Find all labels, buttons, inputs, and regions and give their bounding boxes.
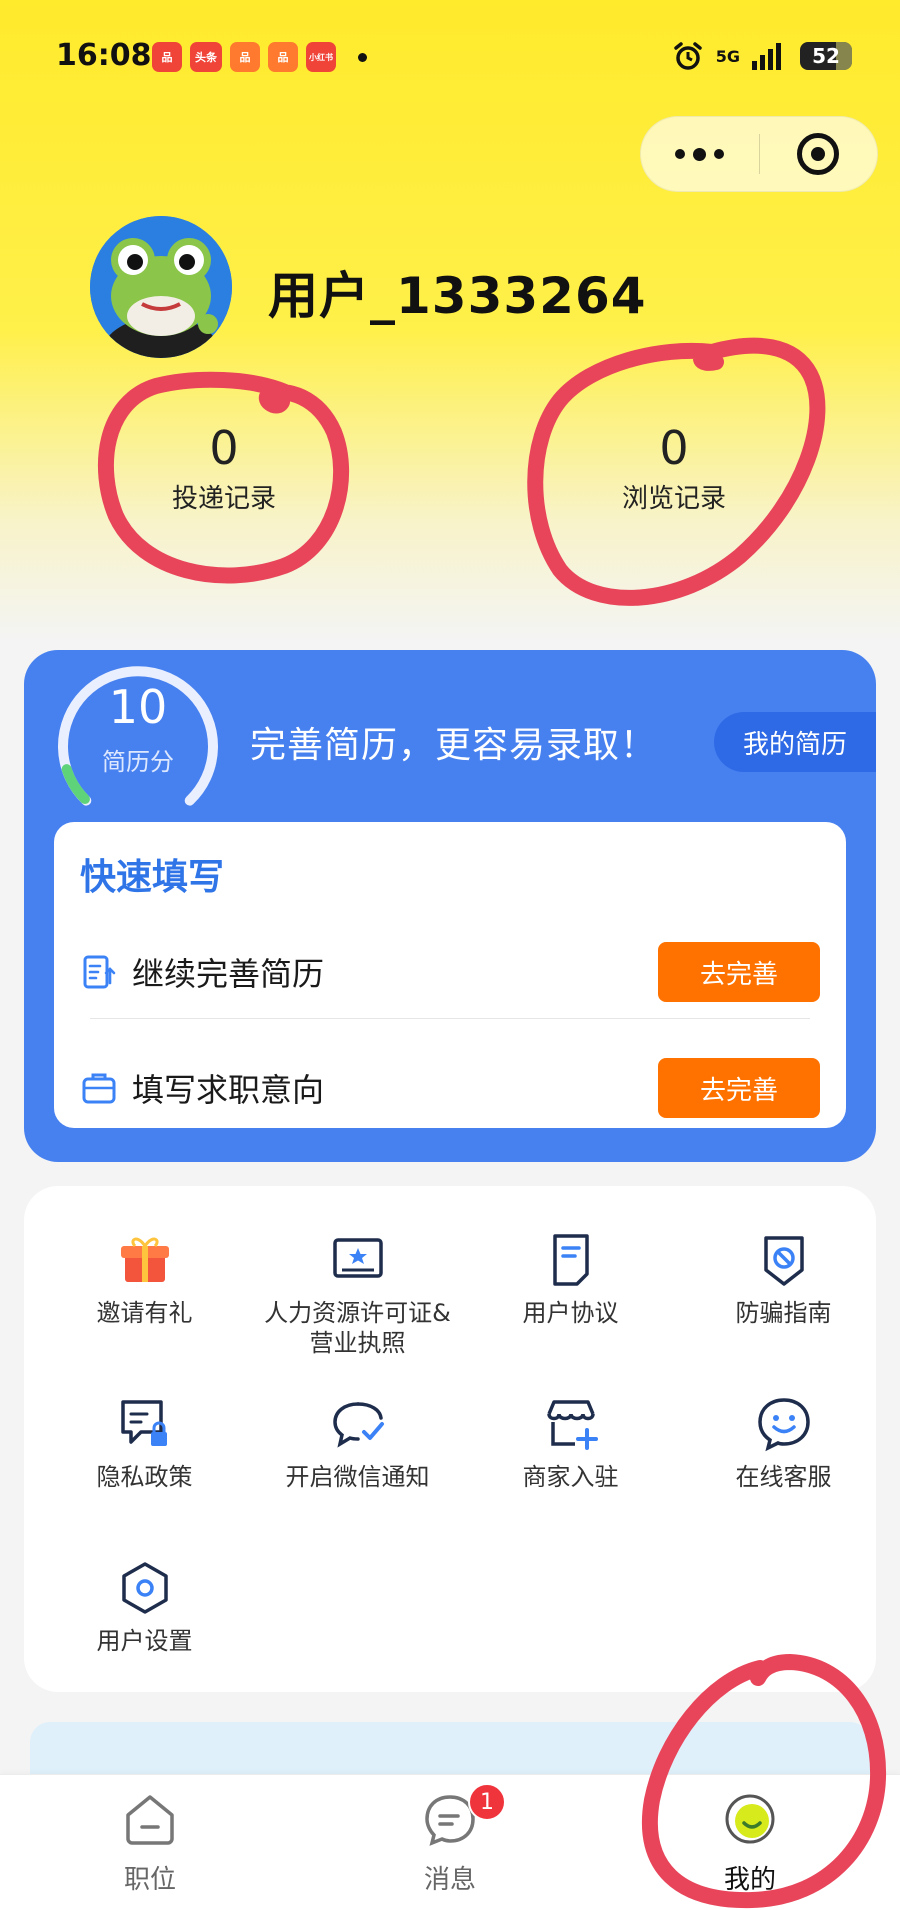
tab-messages[interactable]: 1 消息 <box>370 1783 530 1896</box>
smile-icon <box>725 1794 775 1844</box>
menu-label: 隐私政策 <box>96 1463 193 1491</box>
certificate-icon <box>332 1238 383 1278</box>
my-resume-button[interactable]: 我的简历 <box>714 712 876 772</box>
more-dots-icon[interactable] <box>641 116 759 192</box>
status-indicators: 5G 52 <box>672 40 852 72</box>
status-bar: 16:08 品 头条 品 品 小红书 5G 52 <box>0 0 900 120</box>
xiaohongshu-app-icon: 小红书 <box>306 42 336 72</box>
delivery-record-stat[interactable]: 0 投递记录 <box>124 420 324 515</box>
privacy-lock-icon <box>120 1400 167 1446</box>
resume-card: 10 简历分 完善简历，更容易录取！ 我的简历 快速填写 继续完善简历 去完善 … <box>24 650 876 1162</box>
continue-resume-row[interactable]: 继续完善简历 去完善 <box>80 932 820 1012</box>
resume-edit-icon <box>83 955 116 989</box>
menu-user-agreement[interactable]: 用户协议 <box>464 1230 677 1328</box>
document-icon <box>552 1234 589 1286</box>
menu-online-service[interactable]: 在线客服 <box>677 1394 890 1492</box>
mini-program-capsule <box>640 116 878 192</box>
signal-icon <box>752 43 781 70</box>
menu-user-settings[interactable]: 用户设置 <box>38 1558 251 1656</box>
menu-anti-fraud[interactable]: 防骗指南 <box>677 1230 890 1328</box>
job-intention-row[interactable]: 填写求职意向 去完善 <box>80 1048 820 1128</box>
battery-icon: 52 <box>800 42 852 70</box>
continue-resume-label: 继续完善简历 <box>132 955 325 993</box>
menu-label: 用户设置 <box>96 1627 193 1655</box>
menu-wechat-notify[interactable]: 开启微信通知 <box>251 1394 464 1492</box>
resume-score-label: 简历分 <box>102 748 174 776</box>
notification-app-icon: 品 <box>152 42 182 72</box>
menu-label: 邀请有礼 <box>96 1299 193 1327</box>
avatar[interactable] <box>90 216 232 358</box>
tab-jobs[interactable]: 职位 <box>70 1789 230 1896</box>
toutiao-app-icon: 头条 <box>190 42 222 72</box>
menu-label: 商家入驻 <box>522 1463 619 1491</box>
gift-icon <box>120 1237 169 1282</box>
status-time: 16:08 <box>56 38 152 73</box>
shield-icon <box>763 1236 804 1286</box>
bottom-tab-bar: 职位 1 消息 我的 <box>0 1774 900 1910</box>
menu-label: 防骗指南 <box>735 1299 832 1327</box>
menu-privacy-policy[interactable]: 隐私政策 <box>38 1394 251 1492</box>
frog-avatar-icon <box>90 216 232 358</box>
notification-app-icon: 品 <box>268 42 298 72</box>
browse-record-stat[interactable]: 0 浏览记录 <box>574 420 774 515</box>
target-icon[interactable] <box>760 116 878 192</box>
battery-level: 52 <box>812 44 840 68</box>
menu-label: 用户协议 <box>522 1299 619 1327</box>
menu-invite-gift[interactable]: 邀请有礼 <box>38 1230 251 1328</box>
house-icon <box>126 1795 174 1845</box>
service-menu: 邀请有礼 人力资源许可证&营业执照 用户协议 防骗指南 隐私政策 开启微信通知 … <box>24 1186 876 1692</box>
tab-label: 消息 <box>423 1865 476 1895</box>
settings-hexagon-icon <box>121 1562 168 1614</box>
menu-hr-license[interactable]: 人力资源许可证&营业执照 <box>251 1230 464 1358</box>
browse-count: 0 <box>659 421 689 475</box>
delivery-label: 投递记录 <box>171 484 276 514</box>
username: 用户_1333264 <box>268 267 647 325</box>
alarm-icon <box>673 42 702 70</box>
menu-label: 开启微信通知 <box>285 1463 430 1491</box>
store-add-icon <box>546 1400 598 1450</box>
job-intention-label: 填写求职意向 <box>132 1071 325 1109</box>
unread-badge: 1 <box>468 1783 506 1821</box>
tab-label: 我的 <box>723 1865 776 1895</box>
support-chat-icon <box>757 1398 810 1452</box>
tab-me[interactable]: 我的 <box>670 1789 830 1896</box>
more-notifications-dot <box>358 52 367 62</box>
menu-label: 人力资源许可证&营业执照 <box>264 1299 451 1357</box>
browse-label: 浏览记录 <box>621 484 726 514</box>
quick-fill-panel: 快速填写 继续完善简历 去完善 填写求职意向 去完善 <box>54 822 846 1128</box>
complete-intention-button[interactable]: 去完善 <box>658 1058 820 1118</box>
tab-label: 职位 <box>123 1865 176 1895</box>
status-app-icons: 品 头条 品 品 小红书 <box>152 42 367 72</box>
divider <box>90 1018 810 1019</box>
complete-resume-button[interactable]: 去完善 <box>658 942 820 1002</box>
notification-app-icon: 品 <box>230 42 260 72</box>
briefcase-icon <box>82 1073 116 1104</box>
delivery-count: 0 <box>209 421 239 475</box>
menu-label: 在线客服 <box>735 1463 832 1491</box>
network-type: 5G <box>715 46 740 66</box>
resume-slogan: 完善简历，更容易录取！ <box>250 725 658 766</box>
resume-score: 10 <box>108 680 168 734</box>
chat-check-icon <box>332 1402 384 1448</box>
menu-merchant-join[interactable]: 商家入驻 <box>464 1394 677 1492</box>
quick-fill-title: 快速填写 <box>80 857 225 898</box>
